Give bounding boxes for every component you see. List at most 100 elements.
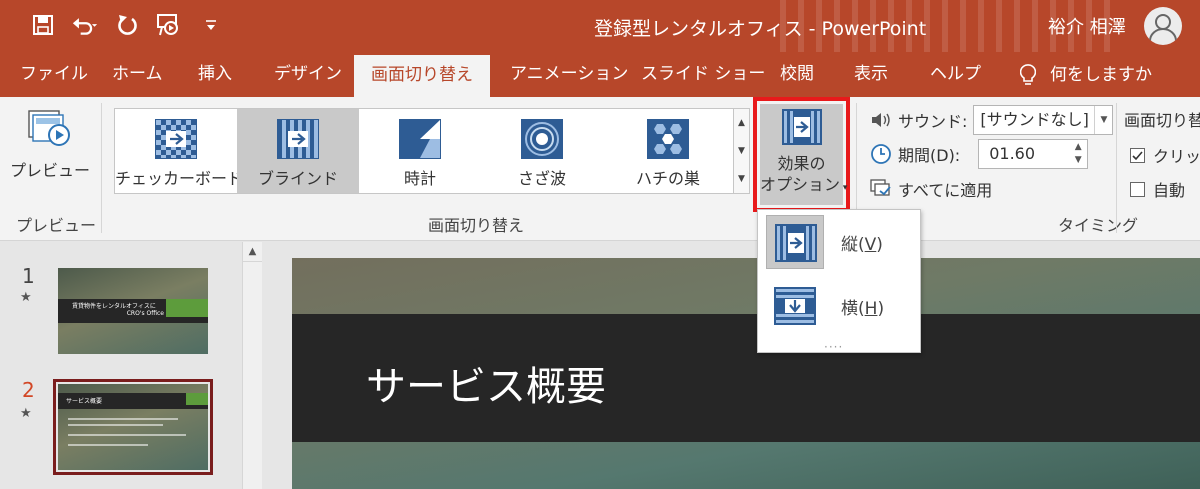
tab-design[interactable]: デザイン <box>274 52 342 97</box>
tab-view[interactable]: 表示 <box>854 52 888 97</box>
group-divider <box>1116 103 1117 233</box>
gallery-scroll: ▲ ▼ ▼ <box>733 108 750 194</box>
slide-thumbnail-text-line <box>68 418 178 420</box>
slide-number: 1 <box>22 264 35 288</box>
slide-thumbnail-title: サービス概要 <box>66 398 103 405</box>
slide-title[interactable]: サービス概要 <box>366 354 606 412</box>
group-label-transitions: 画面切り替え <box>428 216 525 235</box>
apply-all-label: すべてに適用 <box>898 181 993 200</box>
effect-options-label-1: 効果の <box>777 154 826 173</box>
horizontal-blinds-icon <box>766 279 824 333</box>
vertical-blinds-icon <box>766 215 824 269</box>
transition-label: さざ波 <box>517 169 566 188</box>
transition-gallery: チェッカーボード ブラインド 時計 さざ波 ハチの巣 <box>114 108 734 194</box>
spinner-arrows-icon[interactable]: ▲ ▼ <box>1069 140 1087 168</box>
effect-options-label-2: オプション ▾ <box>760 175 848 194</box>
slide-thumbnail-2[interactable]: サービス概要 <box>58 384 208 470</box>
tell-me-label: 何をしますか <box>1050 64 1152 85</box>
slide-thumbnail-subtitle: CRO's Office <box>126 310 164 317</box>
tab-review[interactable]: 校閲 <box>780 52 814 97</box>
transition-star-icon: ★ <box>20 290 32 305</box>
checkbox-unchecked-icon <box>1130 181 1145 197</box>
tab-slideshow[interactable]: スライド ショー <box>641 52 765 97</box>
transition-ripple[interactable]: さざ波 <box>481 109 603 193</box>
customize-qat-icon[interactable] <box>198 10 224 40</box>
on-click-label: クリック <box>1153 147 1200 166</box>
slide-number: 2 <box>22 378 35 402</box>
user-name[interactable]: 裕介 相澤 <box>1048 13 1126 39</box>
blinds-transition-icon <box>277 119 319 159</box>
menu-resize-grip-icon[interactable]: ···· <box>824 340 843 354</box>
thumbnail-scrollbar[interactable]: ▲ <box>242 242 262 489</box>
honeycomb-transition-icon <box>647 119 689 159</box>
effect-options-button[interactable]: 効果の オプション ▾ <box>760 104 848 205</box>
tab-transitions[interactable]: 画面切り替え <box>354 55 490 97</box>
gallery-more-icon[interactable]: ▼ <box>734 165 749 193</box>
menu-item-label: 横(H) <box>841 299 885 319</box>
transition-checkerboard[interactable]: チェッカーボード <box>115 109 244 193</box>
preview-button[interactable]: プレビュー <box>10 105 91 195</box>
slide-canvas[interactable]: サービス概要 <box>292 258 1200 489</box>
save-icon[interactable] <box>30 10 56 40</box>
quick-access-toolbar <box>30 10 224 40</box>
auto-label: 自動 <box>1153 181 1186 200</box>
slide-thumbnail-accent <box>166 299 208 317</box>
clock-icon <box>871 144 891 164</box>
tab-file[interactable]: ファイル <box>20 52 88 97</box>
auto-checkbox[interactable]: 自動 <box>1130 177 1185 201</box>
group-divider <box>101 103 102 233</box>
slide-thumbnail-accent <box>186 393 208 405</box>
sound-row: サウンド: [サウンドなし] ▼ <box>870 105 1114 135</box>
apply-all-button[interactable]: すべてに適用 <box>870 177 992 201</box>
window-title: 登録型レンタルオフィス - PowerPoint <box>594 18 927 40</box>
slide-thumbnail-text-line <box>68 434 186 436</box>
preview-button-label: プレビュー <box>10 161 91 180</box>
group-label-preview: プレビュー <box>16 216 97 235</box>
start-from-beginning-icon[interactable] <box>156 10 182 40</box>
slide-thumbnail-text-line <box>68 444 148 446</box>
gallery-scroll-up-icon[interactable]: ▲ <box>734 109 749 137</box>
transition-clock[interactable]: 時計 <box>359 109 481 193</box>
checkerboard-transition-icon <box>155 119 197 159</box>
chevron-down-icon[interactable]: ▼ <box>1094 106 1112 134</box>
preview-icon <box>28 110 70 146</box>
apply-all-icon <box>870 179 891 196</box>
transition-blinds[interactable]: ブラインド <box>237 109 359 193</box>
transition-star-icon: ★ <box>20 406 32 421</box>
advance-slide-title: 画面切り替 <box>1124 111 1200 130</box>
transition-label: 時計 <box>403 169 436 188</box>
slide-thumbnail-1[interactable]: 賃貸物件をレンタルオフィスに CRO's Office <box>58 268 208 354</box>
menu-item-horizontal[interactable]: 横(H) <box>763 276 915 336</box>
sound-select[interactable]: [サウンドなし] ▼ <box>973 105 1114 135</box>
ribbon-tabs: ファイル ホーム 挿入 デザイン 画面切り替え アニメーション スライド ショー… <box>0 52 1200 97</box>
on-click-checkbox[interactable]: クリック <box>1130 143 1200 167</box>
tab-animations[interactable]: アニメーション <box>510 52 628 97</box>
avatar[interactable] <box>1144 7 1182 45</box>
tab-home[interactable]: ホーム <box>112 52 163 97</box>
gallery-scroll-down-icon[interactable]: ▼ <box>734 137 749 165</box>
menu-item-label: 縦(V) <box>841 235 883 255</box>
tab-help[interactable]: ヘルプ <box>930 52 981 97</box>
ripple-transition-icon <box>521 119 563 159</box>
redo-icon[interactable] <box>114 10 140 40</box>
slide-thumbnail-text-line <box>68 424 163 426</box>
transition-label: チェッカーボード <box>115 169 244 188</box>
transition-honeycomb[interactable]: ハチの巣 <box>603 109 733 193</box>
slide-thumbnail-pane: 1 ★ 賃貸物件をレンタルオフィスに CRO's Office 2 ★ サービス… <box>0 242 268 489</box>
undo-icon[interactable] <box>72 10 98 40</box>
transition-label: ブラインド <box>257 169 338 188</box>
checkbox-checked-icon <box>1130 147 1145 163</box>
duration-label: 期間(D): <box>898 146 961 165</box>
sound-value: [サウンドなし] <box>980 110 1089 129</box>
effect-options-menu: 縦(V) 横(H) ···· <box>757 209 921 354</box>
ribbon: プレビュー プレビュー チェッカーボード ブラインド 時計 さざ波 ハチの巣 ▲… <box>0 97 1200 241</box>
tab-insert[interactable]: 挿入 <box>198 52 232 97</box>
effect-options-highlight: 効果の オプション ▾ <box>753 97 850 212</box>
lightbulb-icon <box>1020 63 1036 85</box>
group-label-timing: タイミング <box>1058 216 1139 235</box>
duration-spinner[interactable]: 01.60 ▲ ▼ <box>978 139 1089 169</box>
duration-value: 01.60 <box>989 144 1036 163</box>
scroll-up-icon[interactable]: ▲ <box>243 242 262 262</box>
tell-me-search[interactable]: 何をしますか <box>1020 52 1152 97</box>
menu-item-vertical[interactable]: 縦(V) <box>763 212 915 272</box>
